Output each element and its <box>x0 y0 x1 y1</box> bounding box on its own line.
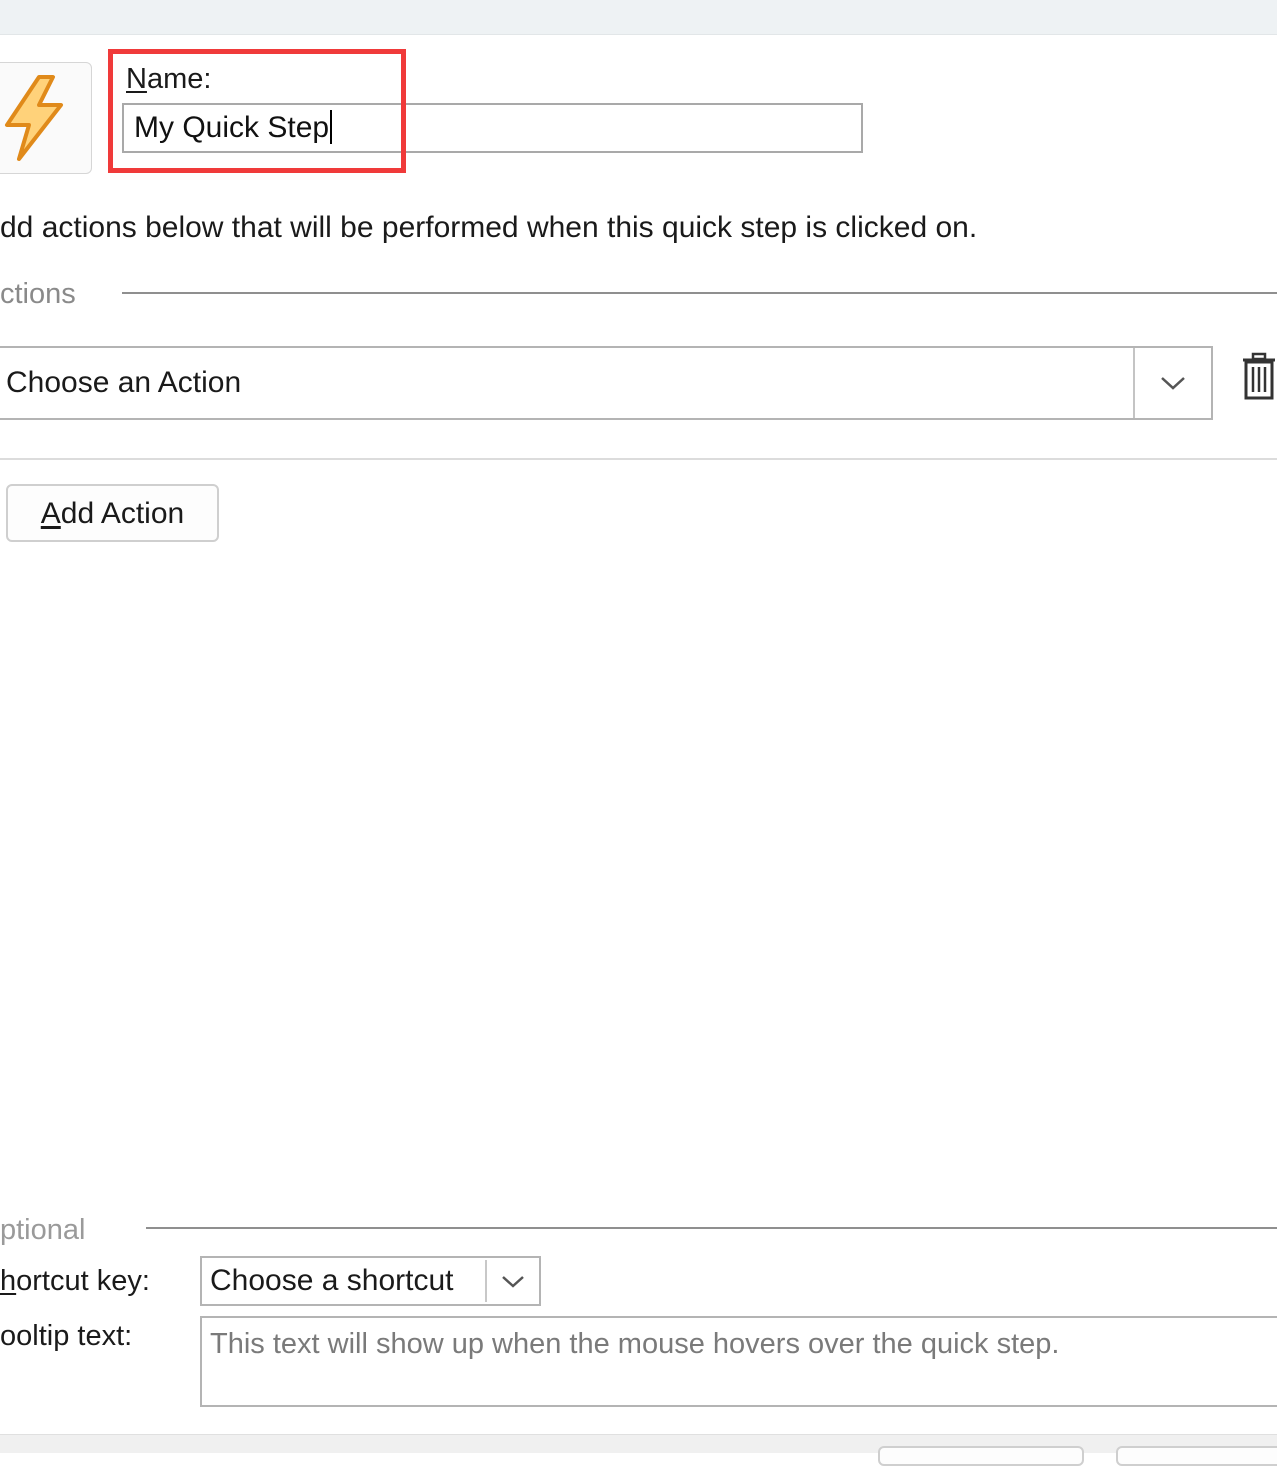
chevron-down-icon <box>1161 377 1185 390</box>
tooltip-text-label: ooltip text: <box>0 1320 133 1352</box>
optional-section-rule <box>146 1227 1277 1229</box>
dialog-footer <box>0 1434 1277 1453</box>
name-input-value: My Quick Step <box>134 111 330 144</box>
name-input[interactable]: My Quick Step <box>122 103 863 153</box>
shortcut-key-label: hortcut key: <box>0 1265 150 1297</box>
action-select[interactable]: Choose an Action <box>0 346 1213 420</box>
lightning-bolt-icon <box>5 75 63 161</box>
optional-section-title: ptional <box>0 1214 86 1246</box>
footer-button-right[interactable] <box>1116 1446 1277 1466</box>
quick-step-icon-button[interactable] <box>0 62 92 174</box>
shortcut-select[interactable]: Choose a shortcut <box>200 1256 541 1306</box>
shortcut-select-value: Choose a shortcut <box>210 1264 454 1297</box>
chevron-down-icon <box>502 1276 524 1288</box>
footer-button-left[interactable] <box>878 1446 1084 1466</box>
shortcut-dropdown-button[interactable] <box>485 1260 539 1302</box>
trash-icon[interactable] <box>1240 352 1277 402</box>
tooltip-placeholder: This text will show up when the mouse ho… <box>210 1328 1060 1360</box>
action-dropdown-button[interactable] <box>1133 348 1211 418</box>
action-select-value: Choose an Action <box>6 366 242 399</box>
actions-section-rule <box>122 292 1277 294</box>
tooltip-text-input[interactable]: This text will show up when the mouse ho… <box>200 1316 1277 1407</box>
text-caret <box>330 110 333 145</box>
add-action-button[interactable]: Add Action <box>6 484 219 542</box>
dialog-top-strip <box>0 0 1277 35</box>
actions-divider <box>0 458 1277 460</box>
name-label: Name: <box>126 63 212 95</box>
instructions-text: dd actions below that will be performed … <box>0 211 978 244</box>
actions-section-title: ctions <box>0 278 76 310</box>
